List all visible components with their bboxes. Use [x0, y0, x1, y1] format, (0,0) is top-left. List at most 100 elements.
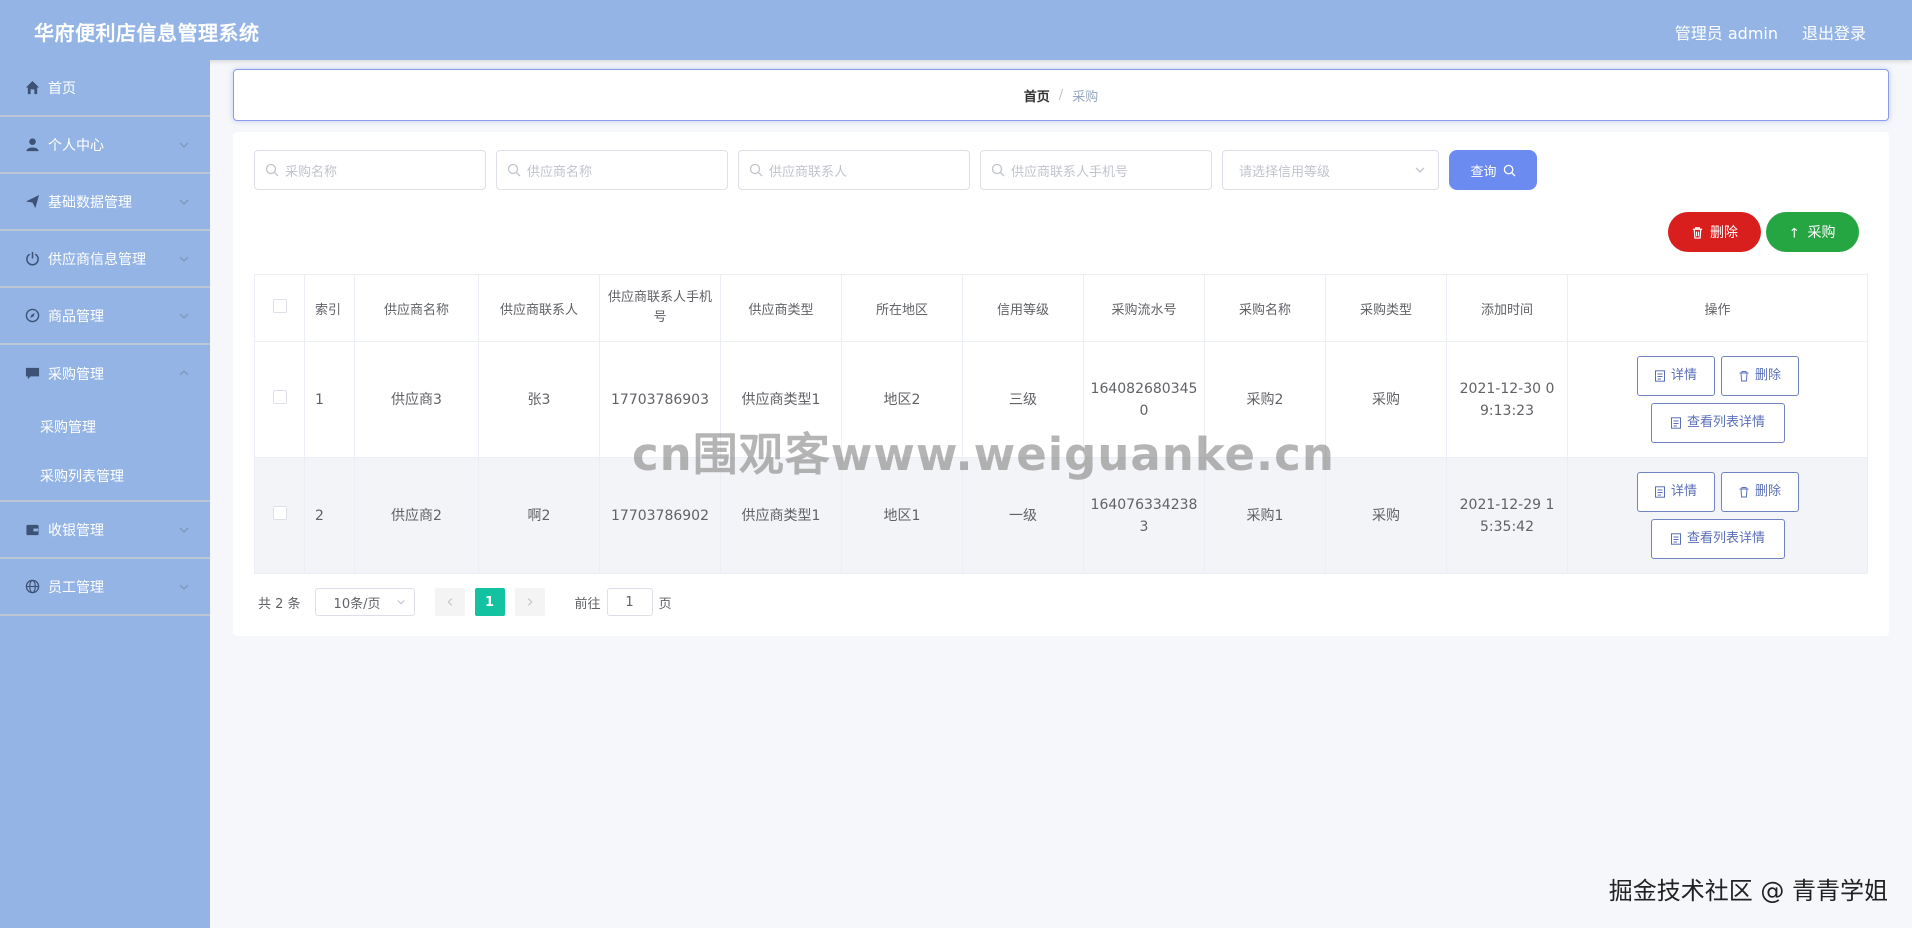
sidebar-item-goods[interactable]: 商品管理: [0, 288, 210, 345]
chevron-left-icon: [447, 598, 452, 606]
main-panel: 采购名称 供应商名称 供应商联系人 供应商联系人手机号 请选择信用等级 查询 删…: [233, 132, 1889, 636]
cell-operations: 详情 删除 查看列表详情: [1567, 341, 1868, 458]
batch-delete-button[interactable]: 删除: [1668, 212, 1761, 252]
corner-watermark: 掘金技术社区 @ 青青学姐: [1608, 877, 1888, 905]
purchase-name-input[interactable]: 采购名称: [254, 150, 486, 190]
sidebar-subitem-purchase-manage[interactable]: 采购管理: [0, 402, 210, 452]
trash-icon: [1692, 226, 1703, 239]
breadcrumb: 首页 / 采购: [233, 69, 1889, 121]
sidebar-item-cashier[interactable]: 收银管理: [0, 502, 210, 559]
cell-index: 2: [304, 457, 355, 574]
sidebar-subitem-purchase-list[interactable]: 采购列表管理: [0, 452, 210, 502]
cell-supplier: 供应商2: [354, 457, 479, 574]
page-size-select[interactable]: 10条/页: [314, 588, 415, 616]
supplier-phone-input[interactable]: 供应商联系人手机号: [980, 150, 1212, 190]
globe-icon: [24, 579, 40, 595]
list-detail-label: 查看列表详情: [1686, 531, 1765, 546]
search-icon: [991, 163, 1005, 177]
supplier-phone-placeholder: 供应商联系人手机号: [1011, 164, 1129, 180]
chevron-down-icon: [179, 199, 189, 205]
delete-label: 删除: [1710, 225, 1738, 241]
cell-index: 1: [304, 341, 355, 458]
supplier-contact-placeholder: 供应商联系人: [769, 164, 848, 180]
purchase-name-placeholder: 采购名称: [285, 164, 338, 180]
chevron-down-icon: [179, 527, 189, 533]
column-header: 供应商联系人: [478, 274, 600, 342]
row-select-cell: [254, 457, 305, 574]
arrow-up-icon: [1790, 227, 1797, 238]
sidebar-item-purchase[interactable]: 采购管理: [0, 345, 210, 402]
column-header: 采购名称: [1204, 274, 1326, 342]
search-icon: [507, 163, 521, 177]
document-icon: [1654, 370, 1665, 382]
chevron-right-icon: [527, 598, 533, 606]
search-icon: [749, 163, 763, 177]
row-delete-button[interactable]: 删除: [1720, 472, 1799, 512]
user-icon: [24, 137, 40, 153]
sidebar-item-label: 基础数据管理: [48, 194, 132, 211]
column-header: 信用等级: [962, 274, 1084, 342]
row-delete-button[interactable]: 删除: [1720, 356, 1799, 396]
chevron-down-icon: [179, 142, 189, 148]
sidebar-item-supplier[interactable]: 供应商信息管理: [0, 231, 210, 288]
query-button[interactable]: 查询: [1449, 150, 1537, 190]
sidebar-item-label: 个人中心: [48, 137, 104, 154]
sidebar-item-basic-data[interactable]: 基础数据管理: [0, 174, 210, 231]
list-detail-button[interactable]: 查看列表详情: [1650, 403, 1785, 443]
document-icon: [1670, 533, 1681, 545]
row-checkbox[interactable]: [272, 505, 287, 520]
detail-button[interactable]: 详情: [1636, 472, 1715, 512]
select-all-cell: [254, 274, 305, 342]
sidebar-item-home[interactable]: 首页: [0, 60, 210, 117]
column-header: 采购流水号: [1083, 274, 1205, 342]
prev-page-button[interactable]: [434, 588, 465, 616]
sidebar-item-label: 员工管理: [48, 579, 104, 596]
sidebar-item-label: 商品管理: [48, 308, 104, 325]
supplier-name-placeholder: 供应商名称: [527, 164, 593, 180]
document-icon: [1654, 486, 1665, 498]
pagination: 共 2 条 10条/页 1 前往 1 页: [258, 588, 672, 616]
sidebar-item-label: 收银管理: [48, 522, 104, 539]
sidebar-item-label: 采购管理: [48, 366, 104, 383]
center-watermark: cn围观客www.weiguanke.cn: [632, 428, 1335, 481]
document-icon: [1670, 417, 1681, 429]
row-select-cell: [254, 341, 305, 458]
column-header: 操作: [1567, 274, 1868, 342]
cell-operations: 详情 删除 查看列表详情: [1567, 457, 1868, 574]
logout-link[interactable]: 退出登录: [1802, 20, 1866, 44]
chevron-down-icon: [179, 256, 189, 262]
purchase-button[interactable]: 采购: [1766, 212, 1859, 252]
credit-level-select[interactable]: 请选择信用等级: [1222, 150, 1439, 190]
cell-purchase-type: 采购: [1325, 457, 1447, 574]
chevron-down-icon: [1415, 167, 1425, 173]
admin-label: 管理员 admin: [1674, 24, 1778, 43]
goto-page-input[interactable]: 1: [606, 588, 653, 616]
trash-icon: [1739, 487, 1749, 498]
select-all-checkbox[interactable]: [272, 299, 287, 313]
wallet-icon: [24, 522, 40, 538]
row-delete-label: 删除: [1754, 484, 1781, 499]
breadcrumb-home[interactable]: 首页: [1024, 86, 1050, 105]
chevron-down-icon: [179, 584, 189, 590]
column-header: 供应商类型: [720, 274, 842, 342]
sidebar: 首页 个人中心 基础数据管理 供应商信息管理 商品管理 采购管理 采购管理 采购…: [0, 60, 210, 928]
row-checkbox[interactable]: [272, 389, 287, 404]
column-header: 添加时间: [1446, 274, 1568, 342]
table-header-row: 索引 供应商名称 供应商联系人 供应商联系人手机号 供应商类型 所在地区 信用等…: [254, 274, 1868, 342]
list-detail-button[interactable]: 查看列表详情: [1650, 519, 1785, 559]
send-icon: [24, 194, 40, 210]
detail-button[interactable]: 详情: [1636, 356, 1715, 396]
sidebar-item-label: 供应商信息管理: [48, 251, 146, 268]
next-page-button[interactable]: [514, 588, 545, 616]
sidebar-item-staff[interactable]: 员工管理: [0, 559, 210, 616]
top-header: 华府便利店信息管理系统 管理员 admin 退出登录: [0, 0, 1912, 60]
column-header: 供应商联系人手机号: [599, 274, 721, 342]
supplier-contact-input[interactable]: 供应商联系人: [738, 150, 970, 190]
cell-contact: 啊2: [478, 457, 600, 574]
column-header: 采购类型: [1325, 274, 1447, 342]
supplier-name-input[interactable]: 供应商名称: [496, 150, 728, 190]
page-number-current[interactable]: 1: [474, 588, 505, 616]
sidebar-item-profile[interactable]: 个人中心: [0, 117, 210, 174]
detail-label: 详情: [1670, 368, 1697, 383]
cell-added-time: 2021-12-30 09:13:23: [1446, 341, 1568, 458]
